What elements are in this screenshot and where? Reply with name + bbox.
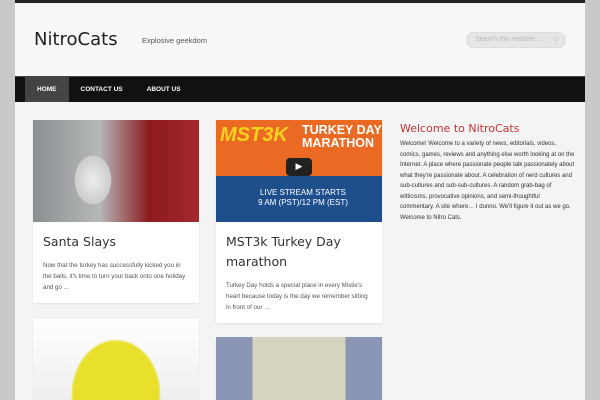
post-excerpt: Now that the turkey has successfully kic… [43, 262, 186, 291]
post-title[interactable]: Santa Slays [33, 222, 199, 252]
widget-text: Welcome! Welcome to a variety of news, e… [400, 141, 575, 221]
nav-contact-us[interactable]: CONTACT US [69, 77, 135, 102]
sidebar-widget: Welcome to NitroCats Welcome! Welcome to… [400, 122, 575, 223]
image-stream-text: LIVE STREAM STARTS 9 AM (PST)/12 PM (EST) [238, 188, 368, 208]
post-card: MST3K TURKEY DAY MARATHON LIVE STREAM ST… [216, 120, 382, 323]
play-icon[interactable]: ▶ [286, 158, 312, 176]
image-headline-text: TURKEY DAY MARATHON [302, 123, 382, 150]
nav-about-us[interactable]: ABOUT US [135, 77, 193, 102]
post-thumbnail-santa[interactable] [33, 120, 199, 222]
site-title[interactable]: NitroCats [34, 29, 118, 50]
image-line2: 9 AM (PST)/12 PM (EST) [258, 198, 348, 207]
post-title[interactable]: MST3k Turkey Day marathon [216, 222, 382, 272]
widget-title: Welcome to NitroCats [400, 122, 520, 135]
post-thumbnail-gameboy[interactable] [216, 337, 382, 400]
post-excerpt: Turkey Day holds a special place in ever… [226, 282, 368, 311]
search-icon[interactable]: ⚲ [553, 35, 560, 46]
post-card: Santa Slays Now that the turkey has succ… [33, 120, 199, 303]
site-header: NitroCats Explosive geekdom Search this … [15, 3, 585, 76]
post-card [33, 319, 199, 400]
nav-home[interactable]: HOME [25, 77, 69, 102]
search-placeholder: Search this website... [475, 36, 542, 43]
site-tagline: Explosive geekdom [142, 36, 208, 45]
search-input[interactable]: Search this website... ⚲ [466, 32, 566, 48]
post-thumbnail-sponge-car[interactable] [33, 319, 199, 400]
image-line1: LIVE STREAM STARTS [260, 188, 346, 197]
page: NitroCats Explosive geekdom Search this … [15, 0, 585, 400]
main-nav: HOME CONTACT US ABOUT US [15, 76, 585, 102]
post-card [216, 337, 382, 400]
post-video-thumbnail[interactable]: MST3K TURKEY DAY MARATHON LIVE STREAM ST… [216, 120, 382, 222]
image-logo-text: MST3K [220, 124, 288, 146]
